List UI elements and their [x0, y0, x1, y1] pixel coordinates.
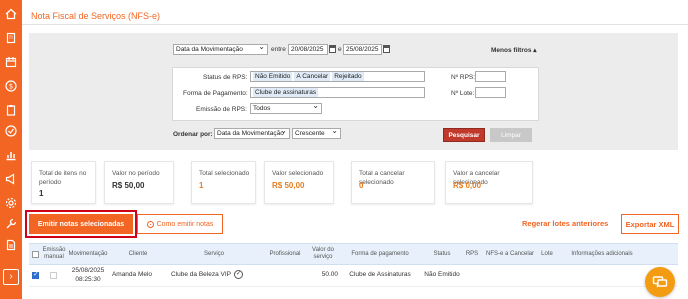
building-icon[interactable] — [3, 30, 19, 46]
batch-number-input[interactable] — [475, 87, 506, 98]
how-to-emit-label: Como emitir notas — [156, 220, 214, 228]
header-movement: Movimentação — [68, 251, 108, 257]
stat-value: R$ 0,00 — [453, 181, 482, 190]
row-date: 25/08/2025 — [71, 267, 105, 274]
stat-value: 1 — [39, 189, 44, 198]
calendar-icon[interactable] — [3, 54, 19, 70]
how-to-emit-button[interactable]: Como emitir notas — [137, 214, 223, 234]
order-direction-select[interactable]: Crescente — [292, 128, 341, 139]
status-chip[interactable]: Não Emitido — [253, 72, 293, 81]
header-professional: Profissional — [269, 251, 301, 257]
end-date-input[interactable]: 25/08/2025 — [343, 44, 382, 55]
payment-multiselect[interactable]: Clube de assinaturas — [250, 87, 425, 98]
less-filters-toggle[interactable]: Menos filtros ▴ — [491, 46, 537, 54]
date-type-select[interactable]: Data da Movimentação — [173, 44, 268, 55]
sidebar: $ › — [0, 0, 22, 299]
and-label: e — [338, 46, 342, 53]
emission-label: Emissão de RPS: — [196, 106, 247, 113]
clear-button[interactable]: Limpar — [490, 128, 532, 142]
clipboard-icon[interactable] — [3, 102, 19, 118]
row-service: Clube da Beleza VIP — [171, 271, 231, 278]
header-payment: Forma de pagamento — [351, 251, 409, 257]
stat-label: Total selecionado — [199, 170, 250, 177]
search-button[interactable]: Pesquisar — [443, 128, 485, 142]
home-icon[interactable] — [3, 6, 19, 22]
help-circle-icon — [146, 220, 154, 228]
order-by-label: Ordenar por: — [173, 131, 213, 138]
header-rps: RPS — [465, 251, 479, 257]
svg-text:$: $ — [9, 83, 13, 91]
header-service: Serviço — [203, 251, 224, 257]
header-client: Cliente — [128, 251, 148, 257]
stat-label: Valor no período — [112, 170, 160, 177]
check-circle-icon: ✓ — [234, 270, 243, 279]
row-select-checkbox[interactable] — [32, 270, 39, 279]
emission-select[interactable]: Todos — [250, 103, 322, 114]
dollar-icon[interactable]: $ — [3, 78, 19, 94]
rps-number-input[interactable] — [475, 71, 506, 82]
export-xml-button[interactable]: Exportar XML — [621, 214, 679, 234]
check-circle-icon[interactable] — [3, 123, 19, 139]
end-calendar-icon[interactable] — [383, 45, 390, 53]
header-service-value: Valor do serviço — [312, 247, 334, 260]
rps-status-multiselect[interactable]: Não Emitido A Cancelar Rejeitado — [250, 71, 425, 82]
stat-cancel-value: Valor a cancelar selecionado R$ 0,00 — [445, 161, 533, 204]
stat-label: Total de itens no período — [39, 170, 87, 186]
sidebar-expand-button[interactable]: › — [3, 269, 19, 285]
header-batch: Lote — [541, 251, 553, 257]
emit-selected-button[interactable]: Emitir notas selecionadas — [25, 210, 137, 238]
order-field-select[interactable]: Data da Movimentação — [214, 128, 290, 139]
header-nfse-cancel: NFS-e a Cancelar — [485, 251, 535, 257]
stat-selected-value: Valor selecionado R$ 50,00 — [264, 161, 334, 204]
table-row[interactable]: 25/08/2025 08:25:30 Amanda Melo Clube da… — [29, 265, 678, 287]
row-value: 50.00 — [321, 271, 338, 278]
row-time: 08:25:30 — [75, 276, 101, 283]
regenerate-batches-link[interactable]: Regerar lotes anteriores — [522, 219, 608, 228]
start-date-input[interactable]: 20/08/2025 — [288, 44, 328, 55]
select-all-checkbox[interactable] — [32, 251, 39, 258]
stat-label: Valor selecionado — [272, 170, 324, 177]
row-client: Amanda Melo — [111, 271, 153, 278]
gear-icon[interactable] — [3, 195, 19, 211]
row-payment: Clube de Assinaturas — [349, 271, 411, 278]
start-calendar-icon[interactable] — [329, 45, 336, 53]
payment-chip[interactable]: Clube de assinaturas — [253, 88, 319, 97]
document-icon[interactable] — [3, 237, 19, 253]
stat-value: R$ 50,00 — [112, 181, 145, 190]
manual-emission-checkbox[interactable] — [50, 272, 57, 279]
table-header: Emissão manual Movimentação Cliente Serv… — [29, 243, 678, 265]
chat-button[interactable] — [645, 267, 675, 297]
chat-icon — [652, 276, 668, 288]
between-label: entre — [271, 46, 286, 53]
stat-selected-total: Total selecionado 1 — [191, 161, 256, 204]
status-chip[interactable]: A Cancelar — [294, 72, 331, 81]
stat-value: R$ 50,00 — [272, 181, 305, 190]
megaphone-icon[interactable] — [3, 171, 19, 187]
payment-label: Forma de Pagamento: — [183, 90, 248, 97]
batch-number-label: Nº Lote: — [451, 90, 475, 97]
stat-value: 1 — [199, 181, 204, 190]
stat-period-value: Valor no período R$ 50,00 — [104, 161, 174, 204]
stat-cancel-total: Total a cancelar selecionado 0 — [351, 161, 435, 204]
header-manual: Emissão manual — [42, 247, 66, 260]
stat-label: Total a cancelar selecionado — [359, 170, 405, 186]
rps-status-label: Status de RPS: — [203, 74, 248, 81]
status-chip[interactable]: Rejeitado — [332, 72, 364, 81]
page-title: Nota Fiscal de Serviços (NFS-e) — [31, 11, 161, 21]
title-divider — [22, 24, 688, 25]
row-status: Não Emitido — [424, 271, 460, 278]
stat-total-items: Total de itens no período 1 — [31, 161, 96, 204]
chart-icon[interactable] — [3, 147, 19, 163]
header-status: Status — [433, 251, 451, 257]
header-additional-info: Informações adicionais — [571, 251, 633, 257]
tools-icon[interactable] — [3, 216, 19, 232]
rps-number-label: Nº RPS: — [451, 74, 476, 81]
stat-value: 0 — [359, 181, 364, 190]
